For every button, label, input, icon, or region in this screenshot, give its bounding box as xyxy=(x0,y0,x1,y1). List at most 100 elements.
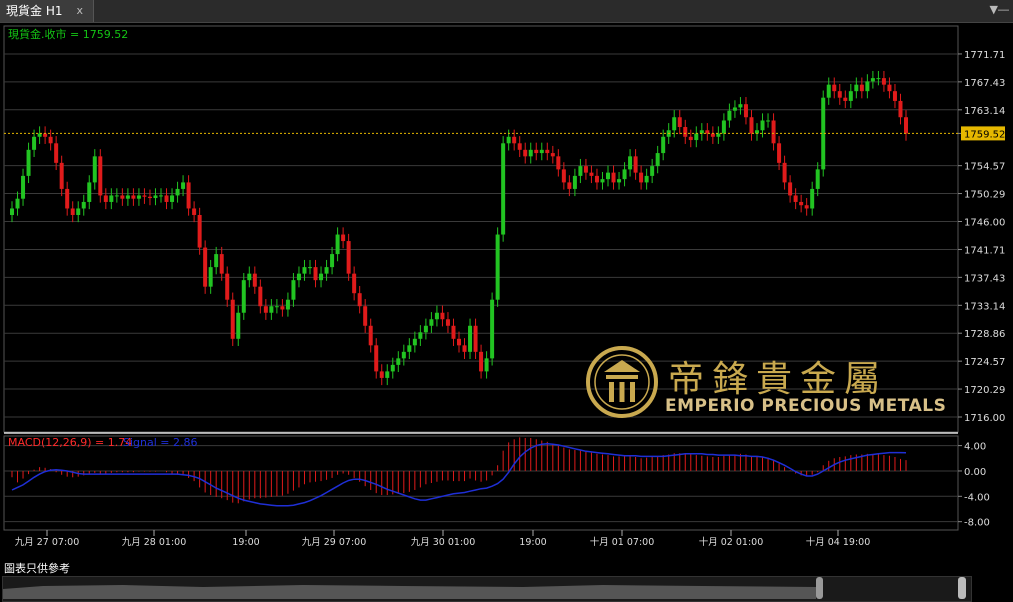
x-tick-label: 十月 02 01:00 xyxy=(699,536,764,548)
price-chart[interactable]: 1771.71 1767.43 1763.14 1759.52 1754.57 1750.… xyxy=(0,22,1013,558)
candle-body xyxy=(440,312,445,320)
candle-body xyxy=(170,195,175,202)
candle-body xyxy=(732,107,737,111)
candle-body xyxy=(186,182,191,209)
candle-body xyxy=(54,143,59,163)
candle-body xyxy=(473,325,478,352)
candle-body xyxy=(241,280,246,313)
candle-body xyxy=(76,208,81,215)
navigator-scrollbar[interactable] xyxy=(2,576,972,602)
tab-title: 現貨金 H1 xyxy=(6,4,63,18)
candle-body xyxy=(622,169,627,180)
x-tick-label: 十月 01 07:00 xyxy=(590,536,655,548)
price-tick-label: 1771.71 xyxy=(964,50,1005,61)
candle-body xyxy=(887,84,892,92)
candle-body xyxy=(743,104,748,118)
candle-body xyxy=(352,273,357,294)
macd-tick-label: 4.00 xyxy=(964,442,986,453)
candle-body xyxy=(363,306,368,326)
candle-body xyxy=(396,358,401,365)
candle-body xyxy=(484,358,489,372)
candle-body xyxy=(523,149,528,157)
candle-body xyxy=(368,325,373,346)
candle-body xyxy=(650,166,655,176)
candle-body xyxy=(418,332,423,339)
x-tick-label: 九月 30 01:00 xyxy=(411,536,476,548)
candle-body xyxy=(843,97,848,101)
candle-body xyxy=(810,188,815,209)
candle-body xyxy=(550,153,555,157)
macd-tick-label: 0.00 xyxy=(964,467,986,478)
candle-body xyxy=(407,345,412,352)
candle-body xyxy=(429,319,434,326)
candle-body xyxy=(534,149,539,154)
candle-body xyxy=(269,306,274,313)
price-tick-label: 1716.00 xyxy=(964,413,1005,424)
candle-body xyxy=(545,149,550,154)
close-icon[interactable]: x xyxy=(76,0,83,22)
candle-body xyxy=(672,117,677,131)
candle-body xyxy=(335,234,340,255)
candle-body xyxy=(479,351,484,372)
candle-body xyxy=(501,143,506,235)
candle-body xyxy=(103,195,108,202)
navigator-handle-right[interactable] xyxy=(958,577,966,599)
candle-body xyxy=(633,156,638,173)
price-tick-label: 1720.29 xyxy=(964,385,1005,396)
candle-body xyxy=(131,195,136,199)
candle-body xyxy=(247,273,252,281)
candle-body xyxy=(848,91,853,101)
candle-body xyxy=(804,205,809,209)
candle-body xyxy=(109,195,114,202)
candle-body xyxy=(506,136,511,144)
candle-body xyxy=(324,267,329,274)
menu-down-icon[interactable]: ▼― xyxy=(990,3,1009,16)
price-tick-label: 1733.14 xyxy=(964,301,1005,312)
candle-body xyxy=(594,175,599,183)
candle-body xyxy=(274,306,279,308)
tab-chart[interactable]: 現貨金 H1 x xyxy=(0,0,94,22)
candle-body xyxy=(694,133,699,141)
emperio-logo-icon xyxy=(586,346,658,418)
candle-body xyxy=(716,133,721,137)
candle-body xyxy=(341,234,346,242)
navigator-handle-left[interactable] xyxy=(816,577,823,599)
candle-body xyxy=(589,172,594,176)
candle-body xyxy=(859,84,864,92)
candle-body xyxy=(59,162,64,189)
candle-body xyxy=(655,153,660,167)
current-price-label: 1759.52 xyxy=(964,129,1005,140)
price-series-title: 現貨金.收市 = 1759.52 xyxy=(8,27,128,41)
candle-body xyxy=(870,78,875,82)
candle-body xyxy=(881,78,886,85)
x-tick-label: 19:00 xyxy=(232,537,259,548)
candle-body xyxy=(330,254,335,268)
candle-body xyxy=(252,273,257,287)
candle-body xyxy=(760,120,765,131)
candle-body xyxy=(236,312,241,339)
candle-body xyxy=(412,338,417,346)
candle-body xyxy=(225,273,230,300)
candle-body xyxy=(826,84,831,98)
candle-body xyxy=(385,371,390,378)
candle-body xyxy=(721,120,726,134)
candle-body xyxy=(490,299,495,359)
candle-body xyxy=(313,267,318,281)
candle-body xyxy=(904,117,908,134)
candle-body xyxy=(876,78,881,80)
price-tick-label: 1724.57 xyxy=(964,357,1005,368)
candle-body xyxy=(617,179,622,183)
tab-bar: 現貨金 H1 x ▼― xyxy=(0,0,1013,23)
candle-body xyxy=(766,120,771,122)
candle-body xyxy=(462,345,467,352)
candle-body xyxy=(457,338,461,346)
candle-body xyxy=(136,195,141,199)
candle-body xyxy=(258,286,263,307)
candle-body xyxy=(263,306,268,313)
candle-body xyxy=(401,351,406,359)
candle-body xyxy=(175,188,180,196)
candle-body xyxy=(192,208,197,215)
candle-body xyxy=(48,136,53,144)
macd-tick-label: -4.00 xyxy=(964,492,990,503)
candle-body xyxy=(561,169,566,183)
